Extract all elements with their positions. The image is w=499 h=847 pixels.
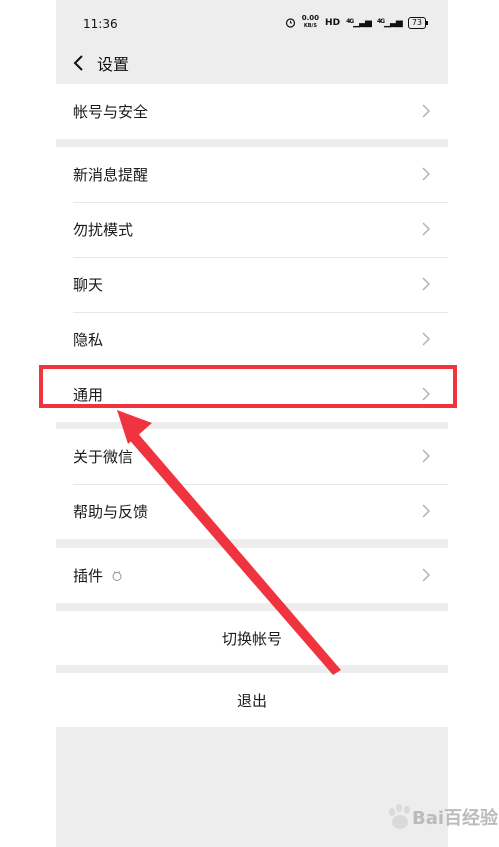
chevron-right-icon — [422, 277, 430, 291]
settings-item-help-feedback[interactable]: 帮助与反馈 — [56, 484, 448, 539]
item-label: 聊天 — [73, 276, 104, 294]
signal-1-label: 4G — [346, 17, 354, 25]
settings-item-privacy[interactable]: 隐私 — [56, 312, 448, 367]
signal-2-label: 4G — [376, 17, 385, 25]
item-label: 新消息提醒 — [73, 166, 149, 184]
back-arrow-icon[interactable] — [69, 51, 89, 75]
signal-2: 4G▁▃▅ — [376, 17, 403, 28]
settings-item-account-security[interactable]: 帐号与安全 — [56, 84, 448, 139]
net-speed-value: 0.00 — [301, 14, 320, 22]
switch-account-label: 切换帐号 — [221, 629, 282, 648]
chevron-right-icon — [422, 387, 430, 401]
chevron-right-icon — [422, 222, 430, 236]
net-speed-unit: KB/S — [303, 23, 317, 29]
switch-account-button[interactable]: 切换帐号 — [56, 611, 448, 665]
item-label: 帮助与反馈 — [73, 503, 149, 521]
hd-indicator: HD — [325, 17, 341, 28]
watermark-brand: Bai百经验 — [412, 808, 499, 829]
settings-item-general[interactable]: 通用 — [56, 367, 448, 422]
navbar: 设置 — [56, 44, 448, 84]
chevron-right-icon — [422, 568, 430, 582]
item-label: 插件 — [73, 567, 104, 585]
alarm-icon — [285, 18, 295, 28]
item-label: 关于微信 — [73, 448, 134, 466]
settings-item-chat[interactable]: 聊天 — [56, 257, 448, 312]
battery-icon: 73 — [407, 16, 429, 29]
item-label: 通用 — [73, 386, 104, 404]
settings-item-plugins[interactable]: 插件 — [56, 548, 448, 603]
net-speed: 0.00 KB/S — [302, 15, 319, 30]
settings-item-about-wechat[interactable]: 关于微信 — [56, 429, 448, 484]
item-label: 勿扰模式 — [73, 221, 134, 239]
phone-screen: 11:36 0.00 KB/S HD 4G▁▃▅ 4G▁▃▅ 73 设置 帐号与… — [56, 0, 448, 847]
chevron-right-icon — [422, 104, 430, 118]
item-label: 帐号与安全 — [73, 103, 149, 121]
chevron-right-icon — [422, 449, 430, 463]
plugin-badge-icon — [112, 570, 122, 581]
group-notifications: 新消息提醒 勿扰模式 聊天 隐私 通用 — [56, 147, 448, 422]
settings-item-new-message-alert[interactable]: 新消息提醒 — [56, 147, 448, 202]
group-plugins: 插件 — [56, 548, 448, 603]
status-icons: 0.00 KB/S HD 4G▁▃▅ 4G▁▃▅ 73 — [285, 15, 429, 30]
item-label: 隐私 — [73, 331, 104, 349]
status-bar: 11:36 0.00 KB/S HD 4G▁▃▅ 4G▁▃▅ 73 — [56, 0, 448, 44]
battery-level: 73 — [411, 17, 422, 27]
settings-item-do-not-disturb[interactable]: 勿扰模式 — [56, 202, 448, 257]
page-title: 设置 — [97, 55, 130, 74]
logout-label: 退出 — [236, 691, 267, 710]
status-time: 11:36 — [83, 17, 118, 31]
chevron-right-icon — [422, 504, 430, 518]
logout-button[interactable]: 退出 — [56, 673, 448, 727]
group-account: 帐号与安全 — [56, 84, 448, 139]
chevron-right-icon — [422, 167, 430, 181]
chevron-right-icon — [422, 332, 430, 346]
signal-1: 4G▁▃▅ — [346, 17, 372, 28]
group-about: 关于微信 帮助与反馈 — [56, 429, 448, 539]
